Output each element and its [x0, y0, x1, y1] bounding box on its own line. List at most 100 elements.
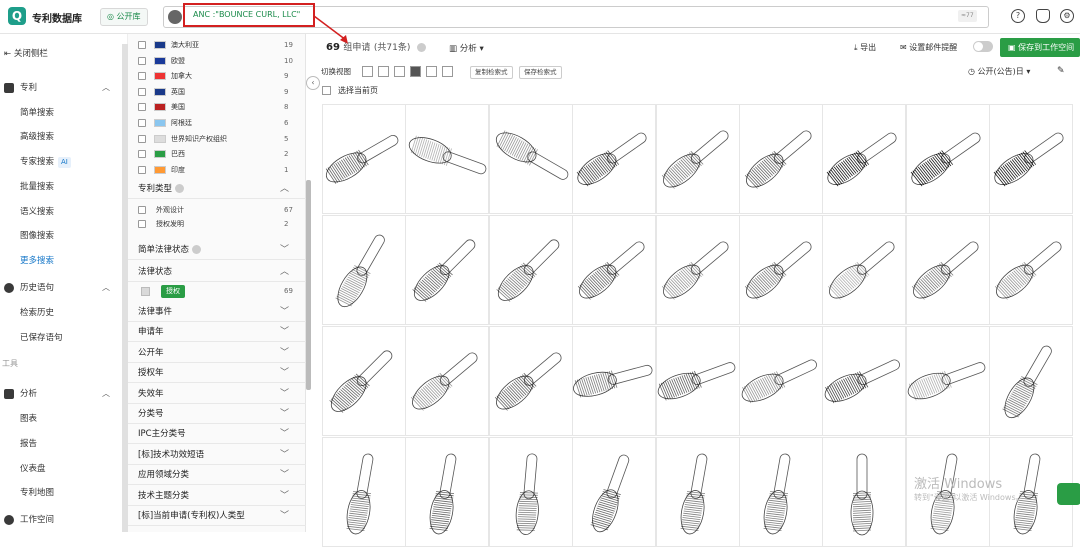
patent-image-card[interactable] — [739, 215, 823, 325]
filter-simple-legal-status[interactable]: 简单法律状态 ﹀ — [128, 240, 306, 260]
country-checkbox[interactable] — [138, 87, 146, 96]
country-checkbox[interactable] — [138, 56, 146, 65]
filter-section-header[interactable]: 分类号 ﹀ — [128, 404, 306, 424]
filter-country-item[interactable]: 澳大利亚 19 — [138, 40, 298, 51]
patent-image-card[interactable] — [405, 215, 490, 325]
nav-saved-queries[interactable]: 已保存语句 — [20, 331, 63, 343]
copy-query-button[interactable]: 复制检索式 — [470, 66, 513, 79]
filter-section-header[interactable]: 申请年 ﹀ — [128, 322, 306, 343]
close-sidebar-button[interactable]: ⇤ 关闭侧栏 — [0, 44, 128, 64]
patent-image-card[interactable] — [572, 437, 657, 547]
filter-invention[interactable]: 授权发明 2 — [138, 219, 298, 230]
patent-image-card[interactable] — [739, 326, 823, 436]
nav-search-history[interactable]: 检索历史 — [20, 306, 54, 318]
nav-charts[interactable]: 图表 — [20, 412, 37, 424]
save-query-button[interactable]: 保存检索式 — [519, 66, 562, 79]
nav-semantic-search[interactable]: 语义搜索 — [20, 205, 54, 217]
select-page-checkbox[interactable] — [322, 86, 331, 95]
nav-analysis[interactable]: 分析 ︿ — [0, 384, 128, 404]
collapse-panel-button[interactable]: ‹ — [306, 76, 320, 90]
settings-icon[interactable]: ⚙ — [1060, 9, 1074, 23]
nav-advanced-search[interactable]: 高级搜索 — [20, 130, 54, 142]
invention-checkbox[interactable] — [138, 220, 146, 228]
country-checkbox[interactable] — [138, 134, 146, 143]
help-icon[interactable]: ? — [1011, 9, 1025, 23]
patent-image-card[interactable] — [989, 215, 1074, 325]
filter-country-item[interactable]: 美国 8 — [138, 102, 298, 113]
grid-view-icon[interactable] — [410, 66, 421, 77]
nav-history[interactable]: 历史语句 ︿ — [0, 278, 128, 298]
image-view-icon[interactable] — [394, 66, 405, 77]
detail-view-icon[interactable] — [378, 66, 389, 77]
filter-section-header[interactable]: 应用领域分类 ﹀ — [128, 465, 306, 486]
nav-expert-search[interactable]: 专家搜索 AI — [20, 155, 71, 168]
patent-image-card[interactable] — [572, 215, 657, 325]
filter-design[interactable]: 外观设计 67 — [138, 205, 298, 216]
filter-section-header[interactable]: 法律事件 ﹀ — [128, 302, 306, 322]
filter-patent-type[interactable]: 专利类型 ︿ — [128, 179, 306, 199]
search-query-input[interactable]: ANC :"BOUNCE CURL, LLC" — [183, 3, 315, 27]
email-alert-toggle[interactable] — [973, 41, 993, 52]
filter-section-header[interactable]: 授权年 ﹀ — [128, 363, 306, 384]
tree-view-icon[interactable] — [426, 66, 437, 77]
nav-dashboard[interactable]: 仪表盘 — [20, 462, 46, 474]
patent-image-card[interactable] — [488, 437, 573, 547]
patent-image-card[interactable] — [822, 437, 907, 547]
patent-image-card[interactable] — [905, 104, 990, 214]
filter-country-item[interactable]: 巴西 2 — [138, 149, 298, 160]
patent-image-card[interactable] — [655, 437, 740, 547]
patent-image-card[interactable] — [822, 215, 907, 325]
save-to-workspace-button[interactable]: ▣ 保存到工作空间 — [1000, 38, 1080, 57]
patent-image-card[interactable] — [572, 104, 657, 214]
country-checkbox[interactable] — [138, 72, 146, 81]
filter-country-item[interactable]: 世界知识产权组织 5 — [138, 134, 298, 145]
country-checkbox[interactable] — [138, 150, 146, 159]
patent-image-card[interactable] — [405, 104, 490, 214]
patent-image-card[interactable] — [655, 104, 740, 214]
patent-image-card[interactable] — [822, 104, 907, 214]
country-checkbox[interactable] — [138, 165, 146, 174]
patent-image-card[interactable] — [322, 104, 406, 214]
patent-image-card[interactable] — [905, 326, 990, 436]
country-checkbox[interactable] — [138, 41, 146, 49]
nav-reports[interactable]: 报告 — [20, 437, 37, 449]
patent-image-card[interactable] — [989, 326, 1074, 436]
country-checkbox[interactable] — [138, 119, 146, 127]
patent-image-card[interactable] — [739, 437, 823, 547]
export-button[interactable]: ⤓ 导出 — [854, 42, 876, 53]
patent-image-card[interactable] — [405, 326, 490, 436]
filter-section-header[interactable]: 技术主题分类 ﹀ — [128, 486, 306, 506]
nav-more-search[interactable]: 更多搜索 — [20, 254, 54, 266]
chat-button[interactable] — [1057, 483, 1080, 505]
filter-country-item[interactable]: 印度 1 — [138, 165, 298, 176]
granted-tag[interactable]: 授权 — [161, 285, 185, 298]
patent-image-card[interactable] — [405, 437, 490, 547]
nav-patent-map[interactable]: 专利地图 — [20, 486, 54, 498]
filter-country-item[interactable]: 英国 9 — [138, 87, 298, 98]
filter-section-header[interactable]: 失效年 ﹀ — [128, 384, 306, 404]
patent-image-card[interactable] — [739, 104, 823, 214]
country-checkbox[interactable] — [138, 103, 146, 112]
patent-image-card[interactable] — [322, 215, 406, 325]
filter-section-header[interactable]: 公开年 ﹀ — [128, 343, 306, 363]
patent-image-card[interactable] — [322, 437, 406, 547]
design-checkbox[interactable] — [138, 206, 146, 214]
nav-workspace[interactable]: 工作空间 — [0, 510, 128, 530]
bell-icon[interactable] — [1036, 9, 1050, 23]
patent-image-card[interactable] — [572, 326, 657, 436]
filter-country-item[interactable]: 欧盟 10 — [138, 56, 298, 67]
list-view-icon[interactable] — [362, 66, 373, 77]
patent-image-card[interactable] — [989, 104, 1074, 214]
filter-legal-status[interactable]: 法律状态 ︿ — [128, 262, 306, 282]
nav-patent[interactable]: 专利 ︿ — [0, 78, 128, 98]
patent-image-card[interactable] — [488, 215, 573, 325]
pin-icon[interactable]: ✎ — [1057, 66, 1065, 76]
patent-image-card[interactable] — [488, 104, 573, 214]
nav-simple-search[interactable]: 简单搜索 — [20, 106, 54, 118]
patent-image-card[interactable] — [655, 326, 740, 436]
patent-image-card[interactable] — [905, 215, 990, 325]
analysis-dropdown[interactable]: ▥ 分析 ▾ — [449, 42, 484, 54]
patent-image-card[interactable] — [322, 326, 406, 436]
patent-image-card[interactable] — [822, 326, 907, 436]
filter-section-header[interactable]: [标]技术功效短语 ﹀ — [128, 445, 306, 465]
